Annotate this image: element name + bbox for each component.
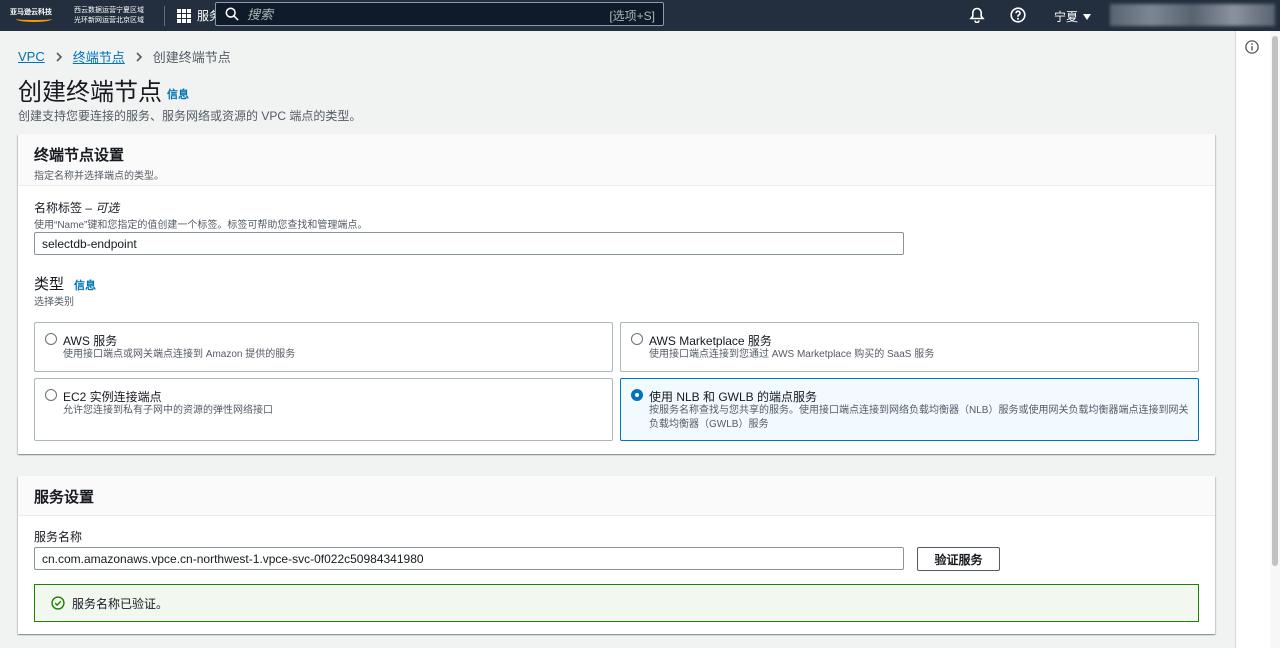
type-option-nlb-gwlb[interactable]: 使用 NLB 和 GWLB 的端点服务 按服务名称查找与您共享的服务。使用接口端…: [620, 378, 1199, 441]
type-option-title: AWS Marketplace 服务: [649, 334, 772, 348]
type-label: 类型: [34, 276, 65, 293]
nav-divider: [164, 5, 165, 26]
bell-icon[interactable]: [969, 7, 985, 23]
search-shortcut-hint: [选项+S]: [609, 9, 655, 23]
search-input[interactable]: [247, 6, 587, 22]
service-name-input[interactable]: [34, 547, 904, 570]
logo-smile-icon: [16, 16, 52, 22]
radio-button-selected[interactable]: [631, 389, 643, 401]
breadcrumb-current: 创建终端节点: [152, 50, 231, 65]
radio-button[interactable]: [45, 389, 57, 401]
success-check-icon: [51, 596, 65, 610]
radio-button[interactable]: [45, 333, 57, 345]
name-tag-description: 使用“Name”键和您指定的值创建一个标签。标签可帮助您查找和管理端点。: [34, 220, 368, 231]
type-option-title: 使用 NLB 和 GWLB 的端点服务: [649, 390, 818, 404]
type-description: 选择类别: [34, 297, 74, 308]
type-option-description: 使用接口端点或网关端点连接到 Amazon 提供的服务: [63, 349, 296, 360]
endpoint-settings-subheading: 指定名称并选择端点的类型。: [34, 171, 164, 182]
endpoint-settings-header: 终端节点设置 指定名称并选择端点的类型。: [18, 134, 1215, 186]
name-tag-label-text: 名称标签 –: [34, 201, 96, 215]
type-option-title: EC2 实例连接端点: [63, 390, 162, 404]
region-note-line2: 光环新网运营北京区域: [74, 16, 144, 24]
type-option-description: 使用接口端点连接到您通过 AWS Marketplace 购买的 SaaS 服务: [649, 349, 935, 360]
scrollbar-thumb[interactable]: [1272, 36, 1278, 566]
service-settings-panel: 服务设置 服务名称 验证服务 服务名称已验证。: [18, 476, 1215, 634]
verify-service-button[interactable]: 验证服务: [917, 547, 1000, 571]
name-tag-label: 名称标签 – 可选: [34, 199, 119, 216]
type-option-marketplace[interactable]: AWS Marketplace 服务 使用接口端点连接到您通过 AWS Mark…: [620, 322, 1199, 372]
search-bar[interactable]: [选项+S]: [215, 2, 664, 26]
account-menu[interactable]: [1110, 4, 1275, 26]
service-name-label: 服务名称: [34, 530, 83, 544]
region-label: 宁夏: [1054, 10, 1079, 24]
chevron-right-icon: [136, 51, 142, 62]
aws-logo[interactable]: 亚马逊云科技: [10, 0, 66, 31]
page-description: 创建支持您要连接的服务、服务网络或资源的 VPC 端点的类型。: [18, 109, 362, 123]
region-operator-note: 西云数据运营宁夏区域 光环新网运营北京区域: [74, 6, 154, 26]
breadcrumb: VPC 终端节点 创建终端节点: [18, 47, 231, 66]
breadcrumb-vpc[interactable]: VPC: [18, 49, 45, 64]
type-option-description: 按服务名称查找与您共享的服务。使用接口端点连接到网络负载均衡器（NLB）服务或使…: [649, 405, 1189, 430]
type-option-ec2-instance-connect[interactable]: EC2 实例连接端点 允许您连接到私有子网中的资源的弹性网络接口: [34, 378, 613, 441]
service-settings-header: 服务设置: [18, 476, 1215, 516]
region-selector[interactable]: 宁夏: [1054, 8, 1092, 25]
type-option-description: 允许您连接到私有子网中的资源的弹性网络接口: [63, 405, 273, 416]
breadcrumb-endpoints[interactable]: 终端节点: [73, 47, 125, 66]
info-circle-icon[interactable]: [1245, 40, 1259, 54]
page-title: 创建终端节点: [18, 79, 162, 106]
region-note-line1: 西云数据运营宁夏区域: [74, 6, 144, 14]
grid-icon: [177, 8, 191, 23]
page-info-link[interactable]: 信息: [167, 86, 189, 102]
radio-button[interactable]: [631, 333, 643, 345]
search-icon: [225, 7, 239, 21]
success-alert: 服务名称已验证。: [34, 584, 1199, 622]
endpoint-settings-heading: 终端节点设置: [34, 147, 125, 164]
name-tag-optional: 可选: [95, 201, 120, 215]
type-option-title: AWS 服务: [63, 334, 118, 348]
name-tag-input[interactable]: [34, 232, 904, 255]
endpoint-settings-panel: 终端节点设置 指定名称并选择端点的类型。 名称标签 – 可选 使用“Name”键…: [18, 134, 1215, 454]
type-info-link[interactable]: 信息: [74, 277, 96, 293]
caret-down-icon: [1083, 13, 1092, 20]
service-settings-heading: 服务设置: [34, 489, 95, 506]
chevron-right-icon: [56, 51, 62, 62]
help-icon[interactable]: [1010, 7, 1026, 23]
type-option-aws-services[interactable]: AWS 服务 使用接口端点或网关端点连接到 Amazon 提供的服务: [34, 322, 613, 372]
success-message: 服务名称已验证。: [72, 596, 169, 611]
